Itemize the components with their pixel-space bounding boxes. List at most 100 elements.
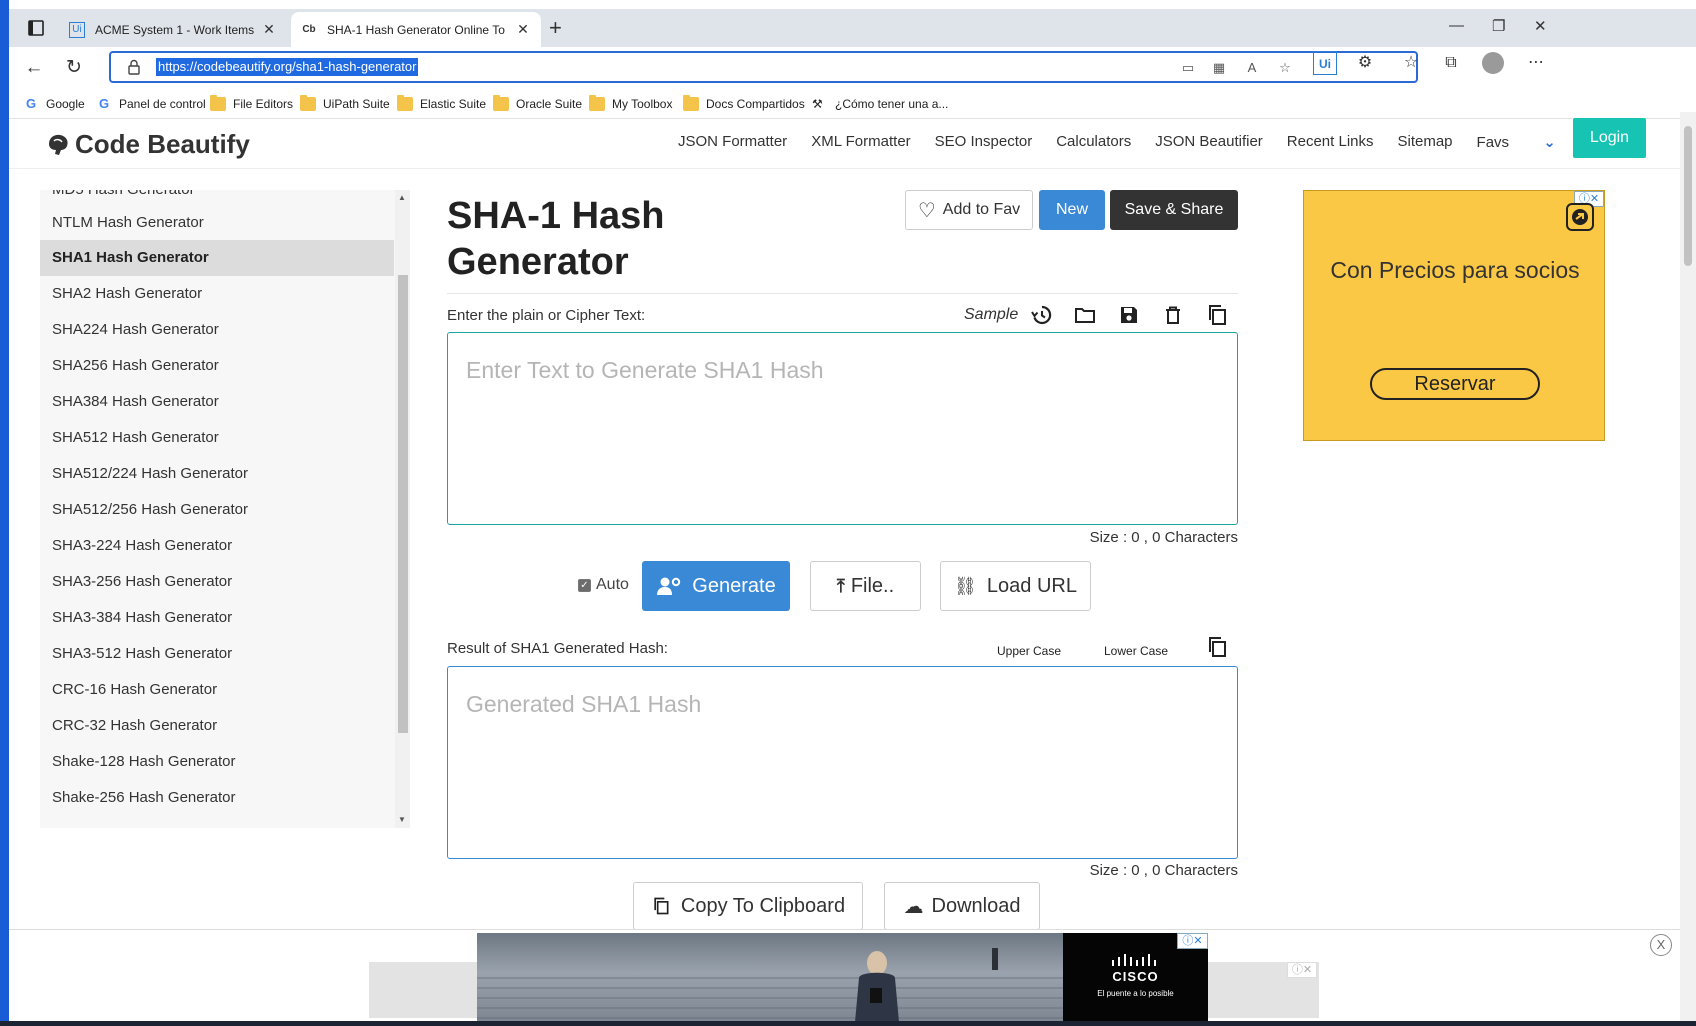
nav-xml-formatter[interactable]: XML Formatter	[811, 133, 910, 151]
new-tab-icon[interactable]: +	[549, 17, 562, 39]
app-available-icon[interactable]: ▭	[1178, 60, 1198, 78]
video-ad-info-close-icon[interactable]: ⓘ✕	[1177, 933, 1208, 949]
close-tab-icon[interactable]: ✕	[515, 21, 531, 38]
checkbox-checked-icon[interactable]: ✓	[578, 578, 591, 592]
sidebar-item-ntlm[interactable]: NTLM Hash Generator	[40, 205, 394, 241]
sidebar-item-shake256[interactable]: Shake-256 Hash Generator	[40, 780, 394, 816]
sidebar-item-sha512-224[interactable]: SHA512/224 Hash Generator	[40, 456, 394, 492]
bookmark-uipath-suite[interactable]: UiPath Suite	[300, 94, 390, 114]
new-button[interactable]: New	[1039, 190, 1105, 230]
copy-to-clipboard-button[interactable]: Copy To Clipboard	[633, 882, 863, 930]
sidebar-item-sha512-256[interactable]: SHA512/256 Hash Generator	[40, 492, 394, 528]
profile-avatar-icon[interactable]	[1481, 51, 1505, 75]
bookmark-panel[interactable]: G Panel de control	[96, 94, 206, 114]
address-bar[interactable]: https://codebeautify.org/sha1-hash-gener…	[109, 51, 1418, 83]
sidebar-item-sha3-256[interactable]: SHA3-256 Hash Generator	[40, 564, 394, 600]
sidebar-item-sha3-224[interactable]: SHA3-224 Hash Generator	[40, 528, 394, 564]
auto-checkbox[interactable]: ✓ Auto	[578, 576, 629, 594]
sidebar-item-sha3-384[interactable]: SHA3-384 Hash Generator	[40, 600, 394, 636]
lower-case-toggle[interactable]: Lower Case	[1104, 644, 1168, 658]
copy-result-icon[interactable]	[1205, 635, 1229, 659]
load-url-button[interactable]: ⛓ Load URL	[940, 561, 1091, 611]
back-icon[interactable]: ←	[21, 55, 47, 81]
nav-favs[interactable]: Favs ⌄	[1477, 133, 1580, 151]
tab-actions-icon[interactable]	[23, 17, 49, 39]
generate-button[interactable]: Generate	[642, 561, 790, 611]
download-button[interactable]: ☁ Download	[884, 882, 1040, 930]
bookmark-label: Oracle Suite	[516, 97, 583, 111]
input-label: Enter the plain or Cipher Text:	[447, 307, 646, 324]
bookmark-oracle-suite[interactable]: Oracle Suite	[493, 94, 582, 114]
sidebar-scroll-thumb[interactable]	[398, 275, 408, 733]
sidebar-item-crc32[interactable]: CRC-32 Hash Generator	[40, 708, 394, 744]
sidebar-scrollbar[interactable]: ▲ ▼	[395, 190, 410, 828]
extensions-icon[interactable]: ⚙	[1353, 51, 1377, 75]
restore-icon[interactable]: ❐	[1492, 17, 1505, 35]
video-advertisement[interactable]: CISCO El puente a lo posible ⓘ✕	[477, 933, 1208, 1022]
add-favorite-icon[interactable]: ☆	[1275, 60, 1295, 78]
window-close-icon[interactable]: ✕	[1534, 17, 1547, 35]
nav-seo-inspector[interactable]: SEO Inspector	[935, 133, 1033, 151]
sidebar-item-sha3-512[interactable]: SHA3-512 Hash Generator	[40, 636, 394, 672]
sidebar-item-sha2[interactable]: SHA2 Hash Generator	[40, 276, 394, 312]
history-icon[interactable]	[1029, 303, 1053, 327]
bookmark-my-toolbox[interactable]: My Toolbox	[589, 94, 672, 114]
scroll-up-icon[interactable]: ▲	[398, 193, 406, 202]
settings-more-icon[interactable]: ⋯	[1524, 51, 1548, 75]
sidebar-item-sha256[interactable]: SHA256 Hash Generator	[40, 348, 394, 384]
delete-icon[interactable]	[1161, 303, 1185, 327]
download-label: Download	[931, 894, 1021, 917]
open-folder-icon[interactable]	[1073, 303, 1097, 327]
heart-icon: ♡	[917, 199, 936, 222]
nav-recent-links[interactable]: Recent Links	[1287, 133, 1374, 151]
bookmark-docs-compartidos[interactable]: Docs Compartidos	[683, 94, 805, 114]
save-icon[interactable]	[1117, 303, 1141, 327]
page-scroll-thumb[interactable]	[1684, 126, 1692, 266]
plain-text-input[interactable]: Enter Text to Generate SHA1 Hash	[447, 332, 1238, 525]
sidebar-item-shake128[interactable]: Shake-128 Hash Generator	[40, 744, 394, 780]
bookmark-elastic-suite[interactable]: Elastic Suite	[397, 94, 486, 114]
tab-sha1[interactable]: Cb SHA-1 Hash Generator Online To ✕	[291, 12, 541, 47]
copy-icon[interactable]	[1205, 303, 1229, 327]
scroll-down-icon[interactable]: ▼	[398, 815, 406, 824]
right-advertisement[interactable]: ⓘ✕ Con Precios para socios Reservar	[1303, 190, 1605, 441]
url-text[interactable]: https://codebeautify.org/sha1-hash-gener…	[156, 58, 419, 76]
lock-icon[interactable]	[127, 59, 141, 75]
sidebar-item-sha1[interactable]: SHA1 Hash Generator	[40, 240, 394, 276]
login-button[interactable]: Login	[1573, 118, 1646, 158]
file-button[interactable]: ⤒ File..	[810, 561, 921, 611]
nav-calculators[interactable]: Calculators	[1056, 133, 1131, 151]
sidebar-item-sha384[interactable]: SHA384 Hash Generator	[40, 384, 394, 420]
uipath-extension-icon[interactable]: Ui	[1313, 51, 1337, 75]
nav-json-beautifier[interactable]: JSON Beautifier	[1155, 133, 1263, 151]
sample-link[interactable]: Sample	[964, 306, 1018, 324]
bookmark-file-editors[interactable]: File Editors	[210, 94, 293, 114]
folder-icon	[300, 95, 316, 111]
favorites-icon[interactable]: ☆	[1399, 51, 1423, 75]
save-share-button[interactable]: Save & Share	[1110, 190, 1238, 230]
close-ad-icon[interactable]: X	[1650, 934, 1672, 956]
background-ad-close-icon[interactable]: ⓘ✕	[1287, 962, 1317, 978]
nav-json-formatter[interactable]: JSON Formatter	[678, 133, 787, 151]
result-output[interactable]: Generated SHA1 Hash	[447, 666, 1238, 859]
bookmark-como-tener[interactable]: ⚒ ¿Cómo tener una a...	[812, 94, 948, 114]
sidebar-item-sha512[interactable]: SHA512 Hash Generator	[40, 420, 394, 456]
nav-sitemap[interactable]: Sitemap	[1398, 133, 1453, 151]
site-logo[interactable]: Code Beautify	[45, 129, 250, 160]
collections-icon[interactable]: ⧉	[1439, 51, 1463, 75]
page-title: SHA-1 Hash Generator	[447, 195, 665, 283]
tool-icon: ⚒	[812, 97, 823, 111]
qr-code-icon[interactable]: ▦	[1209, 60, 1229, 78]
reload-icon[interactable]: ↻	[61, 55, 87, 81]
upper-case-toggle[interactable]: Upper Case	[997, 644, 1061, 658]
close-tab-icon[interactable]: ✕	[261, 21, 277, 38]
page-scrollbar[interactable]	[1680, 112, 1696, 1022]
ad-reservar-button[interactable]: Reservar	[1370, 368, 1540, 400]
tab-acme[interactable]: Ui ACME System 1 - Work Items ✕	[59, 12, 287, 47]
sidebar-item-sha224[interactable]: SHA224 Hash Generator	[40, 312, 394, 348]
add-to-fav-button[interactable]: ♡ Add to Fav	[905, 190, 1033, 230]
minimize-icon[interactable]: —	[1449, 17, 1464, 34]
bookmark-google[interactable]: G Google	[23, 94, 85, 114]
read-aloud-icon[interactable]: A	[1242, 60, 1262, 78]
sidebar-item-crc16[interactable]: CRC-16 Hash Generator	[40, 672, 394, 708]
